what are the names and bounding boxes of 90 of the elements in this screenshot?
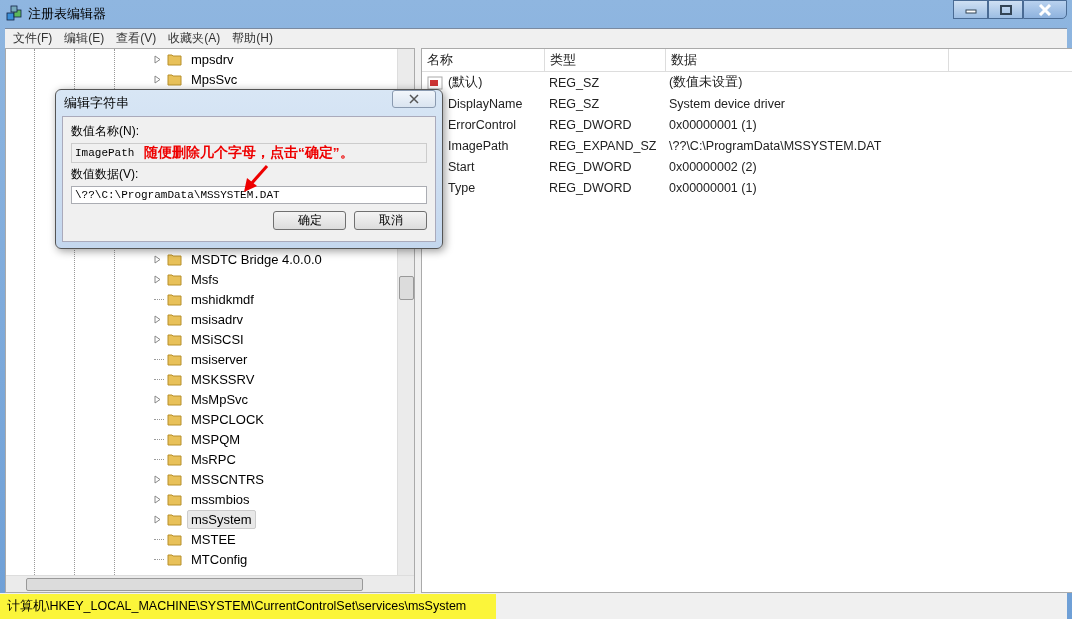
value-data: 0x00000002 (2): [668, 159, 758, 174]
value-type: REG_DWORD: [548, 117, 633, 132]
close-button[interactable]: [1023, 0, 1067, 19]
maximize-icon: [998, 4, 1013, 15]
folder-icon: [167, 472, 182, 486]
horizontal-scrollbar[interactable]: [6, 575, 414, 592]
menu-item[interactable]: 编辑(E): [59, 30, 110, 47]
folder-icon: [167, 272, 182, 286]
tree-item[interactable]: MSiSCSI: [187, 329, 248, 349]
menu-item[interactable]: 收藏夹(A): [163, 30, 226, 47]
tree-item[interactable]: MsMpSvc: [187, 389, 253, 409]
folder-icon: [167, 72, 182, 86]
expand-arrow-icon[interactable]: [154, 494, 161, 504]
expand-arrow-icon[interactable]: [154, 394, 161, 404]
tree-item[interactable]: mpsdrv: [187, 49, 238, 69]
folder-icon: [167, 492, 182, 506]
dialog-button[interactable]: 取消: [354, 211, 427, 230]
field-label: 数值名称(N):: [71, 123, 139, 140]
value-name[interactable]: (默认): [448, 74, 483, 91]
folder-icon: [167, 52, 182, 66]
tree-item[interactable]: msSystem: [187, 509, 256, 529]
menu-item[interactable]: 帮助(H): [227, 30, 278, 47]
tree-item[interactable]: MSKSSRV: [187, 369, 259, 389]
value-type: REG_SZ: [548, 75, 600, 90]
registry-cubes-icon: [6, 5, 24, 23]
field-label: 数值数据(V):: [71, 166, 139, 183]
tree-item[interactable]: MTConfig: [187, 549, 252, 569]
folder-icon: [167, 292, 182, 306]
folder-icon: [167, 392, 182, 406]
folder-icon: [167, 432, 182, 446]
minimize-button[interactable]: [953, 0, 988, 19]
close-icon: [1038, 3, 1052, 16]
folder-icon: [167, 552, 182, 566]
value-type: REG_DWORD: [548, 159, 633, 174]
status-path: 计算机\HKEY_LOCAL_MACHINE\SYSTEM\CurrentControlSet\services\msSystem: [0, 593, 497, 619]
expand-arrow-icon[interactable]: [154, 334, 161, 344]
value-name[interactable]: Type: [448, 180, 476, 195]
folder-icon: [167, 452, 182, 466]
value-data: 0x00000001 (1): [668, 180, 758, 195]
expand-arrow-icon[interactable]: [154, 514, 161, 524]
value-data: 0x00000001 (1): [668, 117, 758, 132]
tree-item[interactable]: mshidkmdf: [187, 289, 258, 309]
column-header[interactable]: 名称: [422, 49, 545, 71]
value-name[interactable]: ImagePath: [448, 138, 509, 153]
tree-item[interactable]: MSPCLOCK: [187, 409, 268, 429]
value-data: System device driver: [668, 96, 786, 111]
value-type: REG_DWORD: [548, 180, 633, 195]
dialog-title: 编辑字符串: [64, 94, 129, 112]
tree-item[interactable]: MSPQM: [187, 429, 245, 449]
tree-item[interactable]: MSTEE: [187, 529, 240, 549]
menu-item[interactable]: 查看(V): [111, 30, 162, 47]
tree-item[interactable]: Msfs: [187, 269, 223, 289]
tree-item[interactable]: MpsSvc: [187, 69, 242, 89]
column-header[interactable]: 类型: [545, 49, 666, 71]
expand-arrow-icon[interactable]: [154, 54, 161, 64]
folder-icon: [167, 412, 182, 426]
tree-item[interactable]: msiserver: [187, 349, 252, 369]
folder-icon: [167, 352, 182, 366]
value-name[interactable]: ErrorControl: [448, 117, 517, 132]
folder-icon: [167, 252, 182, 266]
value-type: REG_EXPAND_SZ: [548, 138, 658, 153]
folder-icon: [167, 312, 182, 326]
value-name[interactable]: Start: [448, 159, 475, 174]
folder-icon: [167, 372, 182, 386]
tree-item[interactable]: MSDTC Bridge 4.0.0.0: [187, 249, 326, 269]
close-icon: [408, 94, 420, 104]
folder-icon: [167, 532, 182, 546]
maximize-button[interactable]: [988, 0, 1023, 19]
expand-arrow-icon[interactable]: [154, 74, 161, 84]
tree-item[interactable]: MsRPC: [187, 449, 240, 469]
menu-item[interactable]: 文件(F): [8, 30, 58, 47]
column-header[interactable]: 数据: [666, 49, 949, 71]
tree-item[interactable]: msisadrv: [187, 309, 247, 329]
dialog-close-button[interactable]: [392, 90, 436, 108]
value-name[interactable]: DisplayName: [448, 96, 523, 111]
tree-item[interactable]: MSSCNTRS: [187, 469, 268, 489]
expand-arrow-icon[interactable]: [154, 474, 161, 484]
expand-arrow-icon[interactable]: [154, 314, 161, 324]
value-type: REG_SZ: [548, 96, 600, 111]
folder-icon: [167, 332, 182, 346]
value-data: (数值未设置): [668, 74, 744, 91]
dialog-button[interactable]: 确定: [273, 211, 346, 230]
expand-arrow-icon[interactable]: [154, 254, 161, 264]
folder-icon: [167, 512, 182, 526]
string-value-icon: [427, 75, 443, 90]
value-data: \??\C:\ProgramData\MSSYSTEM.DAT: [668, 138, 883, 153]
value-data-field[interactable]: \??\C:\ProgramData\MSSYSTEM.DAT: [71, 186, 427, 204]
window-title: 注册表编辑器: [28, 5, 106, 23]
tree-item[interactable]: mssmbios: [187, 489, 254, 509]
expand-arrow-icon[interactable]: [154, 274, 161, 284]
